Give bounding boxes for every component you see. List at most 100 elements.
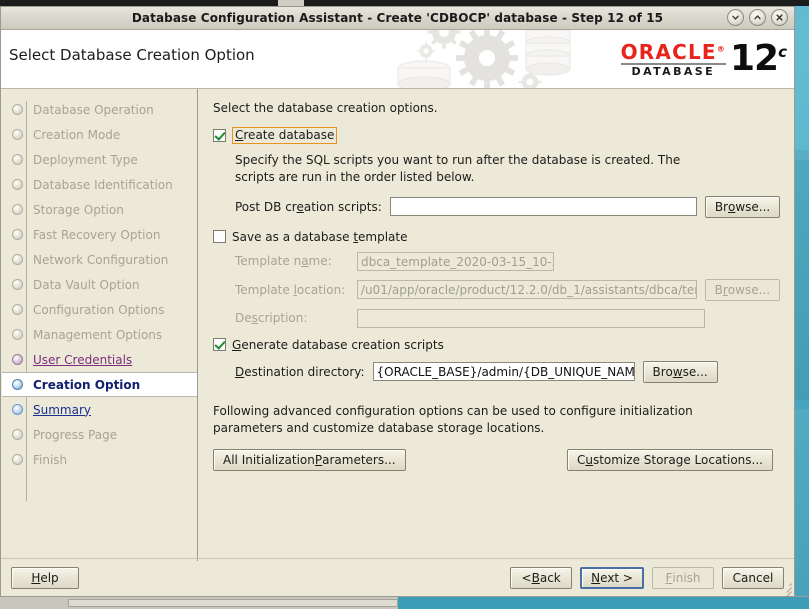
step-dot-icon: [12, 454, 23, 465]
destination-directory-input[interactable]: {ORACLE_BASE}/admin/{DB_UNIQUE_NAME}/scr…: [372, 362, 635, 382]
step-dot-icon: [12, 329, 23, 340]
back-button[interactable]: < Back: [510, 567, 573, 589]
window-title: Database Configuration Assistant - Creat…: [131, 11, 664, 25]
sidebar-item-label: Network Configuration: [33, 252, 169, 267]
step-dot-icon: [12, 279, 23, 290]
wizard-step-sidebar: Database Operation Creation Mode Deploym…: [2, 89, 198, 561]
sidebar-item-label: User Credentials: [33, 352, 133, 367]
customize-storage-locations-button[interactable]: Cu stomize Storage Locations...: [566, 449, 773, 472]
dbca-window: Database Configuration Assistant - Creat…: [0, 6, 795, 600]
window-body: Database Operation Creation Mode Deploym…: [1, 89, 794, 561]
sidebar-item-progress-page[interactable]: Progress Page: [2, 422, 197, 447]
sidebar-item-deployment-type[interactable]: Deployment Type: [2, 147, 197, 172]
step-dot-icon: [12, 179, 23, 190]
sidebar-item-creation-mode[interactable]: Creation Mode: [2, 122, 197, 147]
sidebar-item-label: Progress Page: [33, 427, 118, 442]
version-suffix: c: [778, 42, 787, 61]
window-controls: [727, 9, 788, 26]
create-database-row[interactable]: CCreate databasereate database: [213, 127, 780, 144]
post-db-scripts-input[interactable]: [389, 197, 698, 217]
oracle-product-label: DATABASE: [631, 64, 716, 78]
window-titlebar[interactable]: Database Configuration Assistant - Creat…: [1, 7, 794, 30]
post-db-scripts-label: Post DB creation scripts:: [235, 199, 382, 214]
oracle-wordmark: ORACLE: [620, 39, 717, 64]
destination-directory-row: Destination directory: {ORACLE_BASE}/adm…: [235, 360, 780, 383]
help-button[interactable]: Help: [11, 567, 79, 589]
next-button[interactable]: Next >: [580, 567, 644, 589]
sidebar-item-data-vault-option[interactable]: Data Vault Option: [2, 272, 197, 297]
wizard-footer: Help < Back Next > Finish Cancel: [1, 558, 794, 600]
step-dot-icon: [12, 354, 23, 365]
sidebar-item-label: Deployment Type: [33, 152, 138, 167]
sidebar-item-label: Creation Mode: [33, 127, 121, 142]
oracle-logo: ORACLE® DATABASE 12c: [590, 34, 787, 84]
sidebar-item-creation-option[interactable]: Creation Option: [2, 372, 197, 397]
generate-scripts-checkbox[interactable]: [213, 338, 226, 352]
generate-scripts-row[interactable]: Generate database creation scripts: [213, 338, 780, 352]
create-database-label[interactable]: CCreate databasereate database: [232, 127, 338, 144]
sidebar-item-fast-recovery-option[interactable]: Fast Recovery Option: [2, 222, 197, 247]
sidebar-item-network-configuration[interactable]: Network Configuration: [2, 247, 197, 272]
save-template-row[interactable]: Save as a database template: [213, 230, 780, 244]
sidebar-item-summary[interactable]: Summary: [2, 397, 197, 422]
sidebar-item-label: Summary: [33, 402, 91, 417]
sidebar-item-configuration-options[interactable]: Configuration Options: [2, 297, 197, 322]
advanced-options-note: Following advanced configuration options…: [213, 403, 693, 435]
taskbar-right-region: [398, 597, 809, 609]
cancel-button[interactable]: Cancel: [722, 567, 784, 589]
step-dot-icon: [12, 429, 23, 440]
destination-directory-browse-button[interactable]: Bro w se...: [642, 360, 718, 383]
minimize-icon[interactable]: [727, 9, 744, 26]
maximize-icon[interactable]: [749, 9, 766, 26]
sidebar-item-user-credentials[interactable]: User Credentials: [2, 347, 197, 372]
page-title: Select Database Creation Option: [9, 46, 255, 64]
step-dot-icon: [12, 254, 23, 265]
sidebar-item-finish[interactable]: Finish: [2, 447, 197, 472]
step-dot-icon: [12, 379, 23, 390]
step-dot-icon: [12, 404, 23, 415]
template-name-label: Template name:: [235, 254, 332, 269]
close-icon[interactable]: [771, 9, 788, 26]
template-location-row: Template location: /u01/app/oracle/produ…: [235, 278, 780, 301]
generate-scripts-label[interactable]: Generate database creation scripts: [232, 338, 444, 352]
advanced-options-buttons: All Initialization Parameters... Cu stomi…: [213, 449, 773, 472]
sidebar-item-label: Creation Option: [33, 377, 141, 392]
description-input: [357, 308, 705, 328]
sidebar-item-label: Management Options: [33, 327, 163, 342]
create-database-description: Specify the SQL scripts you want to run …: [235, 153, 681, 184]
template-name-input: dbca_template_2020-03-15_10-22-1: [357, 251, 554, 271]
finish-button: Finish: [652, 567, 714, 589]
save-template-checkbox[interactable]: [213, 230, 226, 244]
description-row: Description:: [235, 308, 780, 328]
sidebar-item-label: Database Identification: [33, 177, 173, 192]
step-dot-icon: [12, 154, 23, 165]
sidebar-item-label: Data Vault Option: [33, 277, 140, 292]
sidebar-item-label: Configuration Options: [33, 302, 165, 317]
sidebar-item-label: Storage Option: [33, 202, 124, 217]
template-location-input: /u01/app/oracle/product/12.2.0/db_1/assi…: [356, 280, 697, 300]
desktop-taskbar[interactable]: [0, 596, 809, 609]
destination-directory-label: Destination directory:: [235, 364, 365, 379]
sidebar-item-label: Fast Recovery Option: [33, 227, 161, 242]
step-dot-icon: [12, 229, 23, 240]
sidebar-item-database-operation[interactable]: Database Operation: [2, 97, 197, 122]
sidebar-item-label: Database Operation: [33, 102, 154, 117]
save-template-label[interactable]: Save as a database template: [232, 230, 408, 244]
sidebar-item-management-options[interactable]: Management Options: [2, 322, 197, 347]
page-banner: Select Database Creation Option ORACLE® …: [1, 30, 794, 89]
sidebar-item-storage-option[interactable]: Storage Option: [2, 197, 197, 222]
description-label: Description:: [235, 311, 308, 326]
all-initialization-parameters-button[interactable]: All Initialization Parameters...: [213, 449, 406, 472]
sidebar-item-label: Finish: [33, 452, 68, 467]
create-database-checkbox[interactable]: [213, 129, 226, 142]
template-location-browse-button: Br owse...: [704, 278, 780, 301]
step-dot-icon: [12, 129, 23, 140]
version-number: 12: [729, 37, 779, 79]
trademark-symbol: ®: [716, 43, 726, 53]
sidebar-item-database-identification[interactable]: Database Identification: [2, 172, 197, 197]
step-dot-icon: [12, 204, 23, 215]
resize-grip[interactable]: [780, 582, 792, 600]
taskbar-window-button[interactable]: [68, 599, 398, 607]
template-name-row: Template name: dbca_template_2020-03-15_…: [235, 251, 780, 271]
post-db-scripts-browse-button[interactable]: Br o wse...: [705, 195, 780, 218]
